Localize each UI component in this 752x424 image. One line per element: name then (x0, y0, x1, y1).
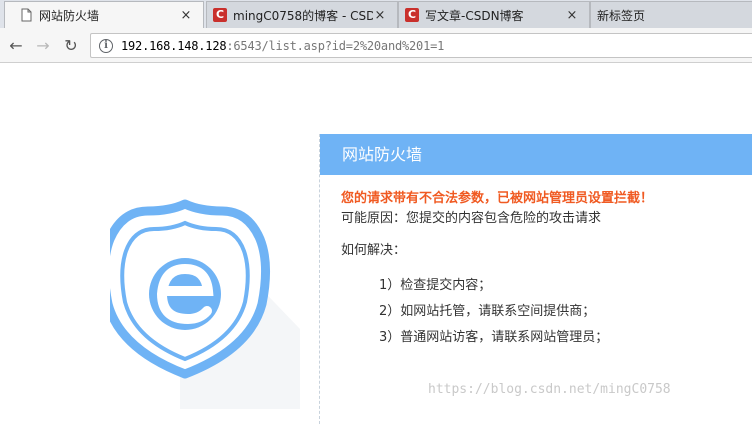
solution-label: 如何解决： (341, 243, 407, 258)
warning-message: 您的请求带有不合法参数，已被网站管理员设置拦截！ (341, 191, 654, 206)
close-icon[interactable]: × (373, 8, 387, 23)
watermark: https://blog.csdn.net/mingC0758 (428, 382, 671, 397)
reason-text: 可能原因：您提交的内容包含危险的攻击请求 (341, 211, 602, 226)
tab-title: 网站防火墙 (39, 8, 100, 23)
close-icon[interactable]: × (565, 8, 579, 23)
panel-body: 您的请求带有不合法参数，已被网站管理员设置拦截！ 可能原因：您提交的内容包含危险… (320, 175, 752, 351)
tab-firewall[interactable]: 网站防火墙 × (4, 1, 204, 28)
solution-steps: 1）检查提交内容； 2）如网站托管，请联系空间提供商； 3）普通网站访客，请联系… (341, 273, 752, 351)
page-content: 网站防火墙 您的请求带有不合法参数，已被网站管理员设置拦截！ 可能原因：您提交的… (0, 64, 752, 424)
tab-title: 写文章-CSDN博客 (425, 8, 524, 23)
tab-strip: 网站防火墙 × C mingC0758的博客 - CSDN博客 × C 写文章-… (0, 0, 752, 28)
back-arrow-icon[interactable]: ← (6, 36, 26, 56)
reload-icon[interactable]: ↻ (61, 36, 81, 56)
url-text[interactable]: 192.168.148.128:6543/list.asp?id=2%20and… (121, 39, 444, 53)
firewall-panel: 网站防火墙 您的请求带有不合法参数，已被网站管理员设置拦截！ 可能原因：您提交的… (319, 134, 752, 424)
url-path: :6543/list.asp?id=2%20and%201=1 (226, 38, 445, 53)
tab-csdn-blog[interactable]: C mingC0758的博客 - CSDN博客 × (206, 1, 398, 28)
info-icon[interactable]: i (99, 38, 113, 53)
solution-step: 3）普通网站访客，请联系网站管理员； (379, 330, 609, 345)
page-icon (21, 8, 32, 22)
tab-new-tab[interactable]: 新标签页 (590, 1, 752, 28)
tab-title: mingC0758的博客 - CSDN博客 (233, 8, 373, 23)
forward-arrow-icon[interactable]: → (33, 36, 53, 56)
browser-toolbar: ← → ↻ i 192.168.148.128:6543/list.asp?id… (0, 28, 752, 63)
address-bar[interactable]: i 192.168.148.128:6543/list.asp?id=2%20a… (90, 33, 752, 58)
firewall-shield-icon (110, 199, 300, 409)
tab-title: 新标签页 (597, 8, 646, 23)
panel-header: 网站防火墙 (320, 134, 752, 175)
tab-write-article[interactable]: C 写文章-CSDN博客 × (398, 1, 590, 28)
csdn-icon: C (405, 8, 419, 22)
url-host: 192.168.148.128 (121, 38, 227, 53)
solution-step: 1）检查提交内容； (379, 278, 492, 293)
csdn-icon: C (213, 8, 227, 22)
close-icon[interactable]: × (179, 8, 193, 23)
solution-step: 2）如网站托管，请联系空间提供商； (379, 304, 596, 319)
